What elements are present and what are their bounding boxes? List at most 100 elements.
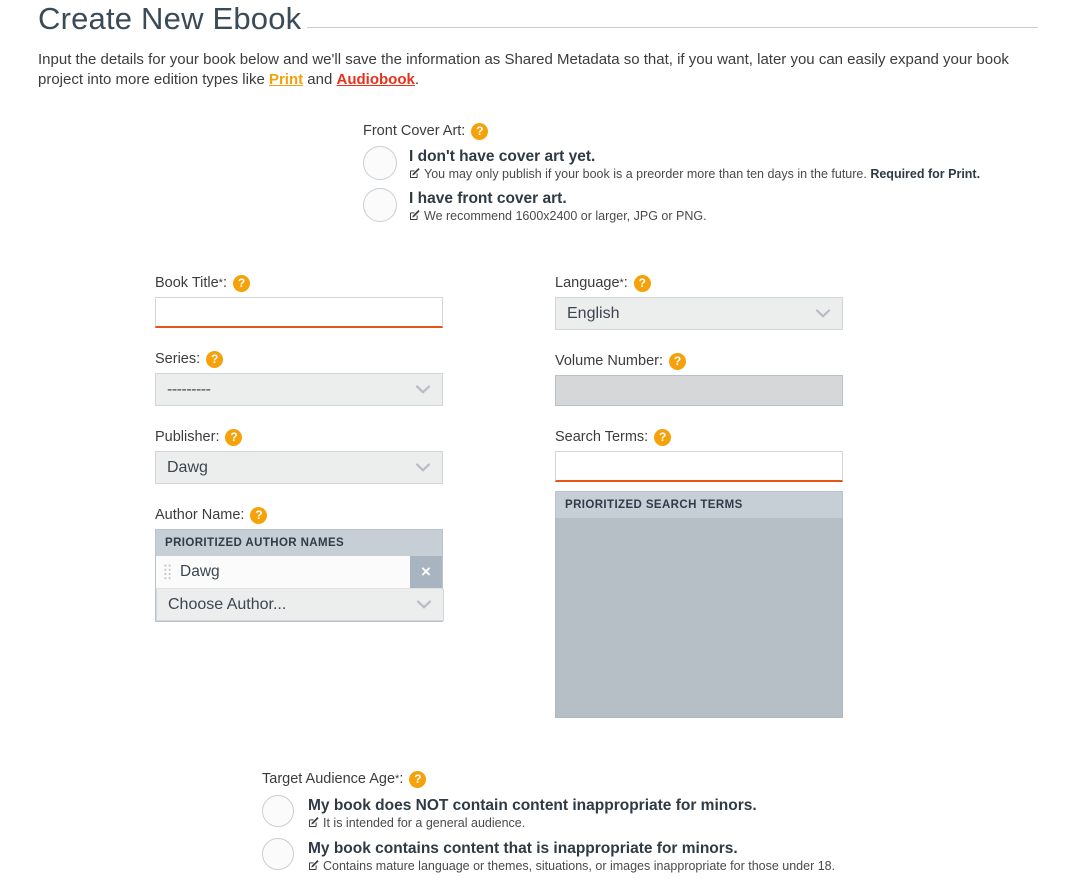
help-icon[interactable]: ? [250,506,268,524]
series-select[interactable]: --------- [155,373,443,406]
intro-text-start: Input the details for your book below an… [38,51,1009,88]
metadata-form: Book Title *: ? Series: ? --------- Publi… [0,274,1078,740]
language-label-text: Language [555,275,620,291]
search-terms-input[interactable] [555,451,843,482]
language-select-value: English [567,304,620,322]
prioritized-author-names-header: PRIORITIZED AUTHOR NAMES [156,530,442,556]
form-column-right: Language *: ? English Volume Number: ? Se… [555,274,843,740]
author-name-label-text: Author Name: [155,507,245,523]
language-colon: : [623,275,628,291]
volume-number-label-text: Volume Number: [555,353,663,369]
edit-pencil-icon [410,210,420,220]
title-divider [307,27,1038,28]
radio-audience-general-title: My book does NOT contain content inappro… [308,797,757,814]
help-icon[interactable]: ? [669,352,686,370]
edit-pencil-icon [309,860,319,870]
target-audience-label: Target Audience Age *: ? [262,770,1078,788]
radio-audience-general[interactable] [262,795,294,827]
audience-option-general[interactable]: My book does NOT contain content inappro… [262,795,1078,831]
chevron-down-icon [416,385,430,394]
help-icon[interactable]: ? [225,428,243,446]
volume-number-label: Volume Number: ? [555,352,843,370]
author-name-group: Author Name: ? PRIORITIZED AUTHOR NAMES [155,506,444,622]
book-title-colon: : [222,275,227,291]
edit-pencil-icon [309,817,319,827]
help-icon[interactable]: ? [409,770,427,788]
radio-audience-general-sub: It is intended for a general audience. [308,816,757,831]
choose-author-select[interactable]: Choose Author... [156,589,444,621]
series-label: Series: ? [155,350,443,368]
radio-no-cover-art-sub: You may only publish if your book is a p… [409,167,980,182]
target-audience-label-text: Target Audience Age [262,771,396,787]
publisher-label-text: Publisher: [155,429,220,445]
front-cover-art-label: Front Cover Art: ? [363,122,1078,140]
print-edition-link[interactable]: Print [269,71,303,88]
target-audience-section: Target Audience Age *: ? My book does NOT… [0,770,1078,874]
radio-has-cover-art-sub: We recommend 1600x2400 or larger, JPG or… [409,209,707,224]
radio-no-cover-art-title: I don't have cover art yet. [409,148,596,165]
radio-no-cover-art-sub-a: You may only publish if your book is a p… [424,167,871,181]
intro-text-mid: and [303,71,337,88]
language-label: Language *: ? [555,274,843,292]
prioritized-search-terms-body[interactable] [555,518,843,718]
language-group: Language *: ? English [555,274,843,330]
publisher-group: Publisher: ? Dawg [155,428,443,484]
search-terms-label-text: Search Terms: [555,429,649,445]
grip-dots-icon [163,564,171,580]
author-name-label: Author Name: ? [155,506,443,524]
radio-no-cover-art[interactable] [363,146,397,180]
target-audience-colon: : [399,771,404,787]
prioritized-search-terms-header: PRIORITIZED SEARCH TERMS [555,491,843,518]
book-title-group: Book Title *: ? [155,274,443,328]
help-icon[interactable]: ? [206,350,224,368]
radio-audience-mature[interactable] [262,838,294,870]
intro-text-end: . [414,71,419,88]
radio-audience-general-sub-text: It is intended for a general audience. [323,816,526,830]
search-terms-label: Search Terms: ? [555,428,843,446]
radio-has-cover-art-title: I have front cover art. [409,190,567,207]
front-cover-art-section: Front Cover Art: ? I don't have cover ar… [0,122,1078,224]
chevron-down-icon [417,600,431,609]
book-title-label: Book Title *: ? [155,274,443,292]
audience-option-mature[interactable]: My book contains content that is inappro… [262,838,1078,874]
choose-author-value: Choose Author... [168,595,287,613]
author-name-value: Dawg [180,563,220,580]
language-select[interactable]: English [555,297,843,330]
chevron-down-icon [416,463,430,472]
radio-audience-mature-sub: Contains mature language or themes, situ… [308,859,835,874]
drag-handle-icon[interactable] [156,556,178,588]
book-title-label-text: Book Title [155,275,219,291]
search-terms-group: Search Terms: ? PRIORITIZED SEARCH TERMS [555,428,843,718]
form-column-left: Book Title *: ? Series: ? --------- Publi… [155,274,444,740]
book-title-input[interactable] [155,297,443,328]
radio-audience-mature-title: My book contains content that is inappro… [308,840,738,857]
edit-pencil-icon [410,168,420,178]
radio-audience-mature-sub-text: Contains mature language or themes, situ… [323,859,836,873]
radio-has-cover-art[interactable] [363,188,397,222]
audiobook-edition-link[interactable]: Audiobook [337,71,415,88]
volume-number-input [555,375,843,406]
help-icon[interactable]: ? [633,274,651,292]
publisher-select[interactable]: Dawg [155,451,443,484]
radio-no-cover-art-sub-b: Required for Print. [870,167,981,181]
page-header: Create New Ebook [0,0,1078,36]
publisher-select-value: Dawg [167,458,208,476]
help-icon[interactable]: ? [654,428,672,446]
help-icon[interactable]: ? [232,274,250,292]
page-title: Create New Ebook [38,1,302,36]
prioritized-search-terms-list: PRIORITIZED SEARCH TERMS [555,491,843,718]
front-cover-art-label-text: Front Cover Art: [363,123,466,139]
volume-number-group: Volume Number: ? [555,352,843,406]
column-spacer [443,274,555,740]
prioritized-author-names-list: PRIORITIZED AUTHOR NAMES Dawg × Choose A… [155,529,444,622]
cover-art-option-no-art[interactable]: I don't have cover art yet. You may only… [363,146,1078,182]
remove-author-button[interactable]: × [410,556,442,588]
list-item[interactable]: Dawg × [156,556,442,589]
cover-art-option-has-art[interactable]: I have front cover art. We recommend 160… [363,188,1078,224]
series-select-value: --------- [167,380,211,398]
intro-paragraph: Input the details for your book below an… [38,50,1038,90]
publisher-label: Publisher: ? [155,428,443,446]
series-label-text: Series: [155,351,201,367]
radio-has-cover-art-sub-a: We recommend 1600x2400 or larger, JPG or… [424,209,707,223]
help-icon[interactable]: ? [471,122,489,140]
